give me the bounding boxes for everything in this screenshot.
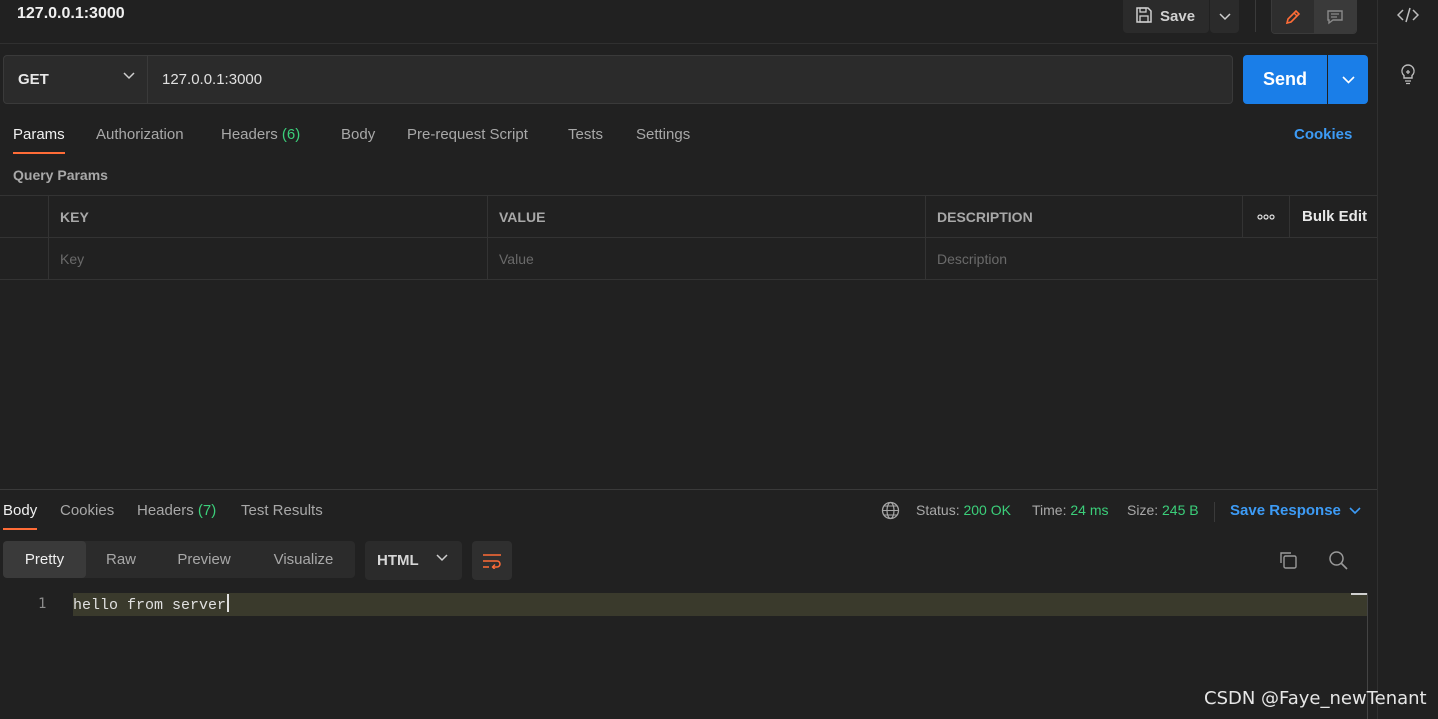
send-button[interactable]: Send bbox=[1243, 55, 1327, 104]
view-mode-preview[interactable]: Preview bbox=[156, 541, 252, 578]
response-headers-count: (7) bbox=[197, 502, 217, 519]
tab-body[interactable]: Body bbox=[341, 126, 375, 143]
lightbulb-icon[interactable] bbox=[1396, 62, 1420, 86]
column-header-description: DESCRIPTION bbox=[925, 196, 1243, 237]
copy-icon[interactable] bbox=[1277, 549, 1299, 571]
chevron-down-icon bbox=[436, 554, 448, 562]
tab-pre-request-script[interactable]: Pre-request Script bbox=[407, 126, 528, 143]
postman-app: 127.0.0.1:3000 Save GET 127.0.0.1:3000 S… bbox=[0, 0, 1438, 719]
more-options-button[interactable] bbox=[1242, 196, 1290, 237]
watermark: CSDN @Faye_newTenant bbox=[1204, 688, 1427, 709]
edit-comment-toggle bbox=[1271, 0, 1357, 34]
size-value: 245 B bbox=[1162, 502, 1199, 518]
highlighted-line bbox=[73, 593, 1368, 616]
divider bbox=[1255, 0, 1256, 32]
tab-headers[interactable]: Headers (6) bbox=[221, 126, 300, 143]
chevron-down-icon bbox=[1341, 75, 1355, 84]
query-params-label: Query Params bbox=[13, 167, 108, 183]
response-body-text[interactable]: hello from server bbox=[73, 594, 230, 614]
send-options-button[interactable] bbox=[1328, 55, 1368, 104]
edit-mode-button[interactable] bbox=[1272, 0, 1314, 33]
url-input[interactable]: 127.0.0.1:3000 bbox=[148, 55, 1233, 104]
view-mode-pretty[interactable]: Pretty bbox=[3, 541, 86, 578]
wrap-icon bbox=[483, 553, 501, 569]
tab-authorization[interactable]: Authorization bbox=[96, 126, 184, 143]
tab-settings[interactable]: Settings bbox=[636, 126, 690, 143]
line-number: 1 bbox=[38, 596, 47, 612]
response-tab-body[interactable]: Body bbox=[3, 502, 38, 530]
code-snippet-icon[interactable] bbox=[1396, 3, 1420, 27]
request-tabs: Params Authorization Headers (6) Body Pr… bbox=[0, 124, 1377, 156]
table-header-row: KEY VALUE DESCRIPTION Bulk Edit bbox=[0, 196, 1377, 238]
save-label: Save bbox=[1160, 8, 1196, 25]
view-mode-selector: Pretty Raw Preview Visualize bbox=[3, 541, 355, 578]
comments-button[interactable] bbox=[1314, 0, 1356, 33]
method-select[interactable]: GET bbox=[3, 55, 148, 104]
value-input[interactable]: Value bbox=[487, 238, 926, 279]
method-label: GET bbox=[18, 71, 49, 88]
key-input[interactable]: Key bbox=[48, 238, 488, 279]
response-tab-test-results[interactable]: Test Results bbox=[241, 502, 323, 519]
bulk-edit-button[interactable]: Bulk Edit bbox=[1302, 208, 1367, 225]
ellipsis-icon bbox=[1257, 213, 1275, 220]
response-pane: Body Cookies Headers (7) Test Results St… bbox=[0, 489, 1377, 719]
cookies-link[interactable]: Cookies bbox=[1294, 126, 1352, 143]
chevron-down-icon bbox=[1349, 506, 1361, 514]
time-info[interactable]: Time: 24 ms bbox=[1032, 502, 1109, 518]
response-tab-headers[interactable]: Headers (7) bbox=[137, 502, 216, 519]
save-icon bbox=[1135, 6, 1153, 28]
request-title[interactable]: 127.0.0.1:3000 bbox=[17, 5, 125, 23]
divider bbox=[1214, 502, 1215, 522]
format-label: HTML bbox=[377, 552, 419, 569]
pencil-icon bbox=[1285, 9, 1301, 24]
request-workspace: 127.0.0.1:3000 Save GET 127.0.0.1:3000 S… bbox=[0, 0, 1377, 719]
table-row: Key Value Description bbox=[0, 238, 1377, 280]
save-response-button[interactable]: Save Response bbox=[1230, 502, 1361, 519]
size-info[interactable]: Size: 245 B bbox=[1127, 502, 1199, 518]
chevron-down-icon bbox=[1218, 12, 1231, 20]
column-header-value: VALUE bbox=[487, 196, 926, 237]
search-icon[interactable] bbox=[1327, 549, 1349, 571]
view-mode-visualize[interactable]: Visualize bbox=[252, 541, 355, 578]
response-tab-cookies[interactable]: Cookies bbox=[60, 502, 114, 519]
globe-icon[interactable] bbox=[881, 501, 900, 523]
right-sidebar bbox=[1377, 0, 1438, 719]
save-options-button[interactable] bbox=[1210, 0, 1239, 33]
save-button[interactable]: Save bbox=[1123, 0, 1209, 33]
time-value: 24 ms bbox=[1070, 502, 1109, 518]
comment-icon bbox=[1327, 9, 1343, 24]
column-header-key: KEY bbox=[48, 196, 488, 237]
format-select[interactable]: HTML bbox=[365, 541, 462, 580]
query-params-table: KEY VALUE DESCRIPTION Bulk Edit Key Valu… bbox=[0, 195, 1377, 280]
scrollbar-marker bbox=[1351, 593, 1368, 595]
wrap-lines-button[interactable] bbox=[472, 541, 512, 580]
description-input[interactable]: Description bbox=[925, 238, 1377, 279]
chevron-down-icon bbox=[123, 72, 135, 80]
status-value: 200 OK bbox=[963, 502, 1011, 518]
headers-count: (6) bbox=[281, 126, 301, 143]
view-mode-raw[interactable]: Raw bbox=[86, 541, 156, 578]
tab-params[interactable]: Params bbox=[13, 126, 65, 154]
tab-tests[interactable]: Tests bbox=[568, 126, 603, 143]
status-info[interactable]: Status: 200 OK bbox=[916, 502, 1011, 518]
text-cursor bbox=[227, 594, 230, 612]
request-title-bar: 127.0.0.1:3000 Save bbox=[0, 0, 1377, 44]
